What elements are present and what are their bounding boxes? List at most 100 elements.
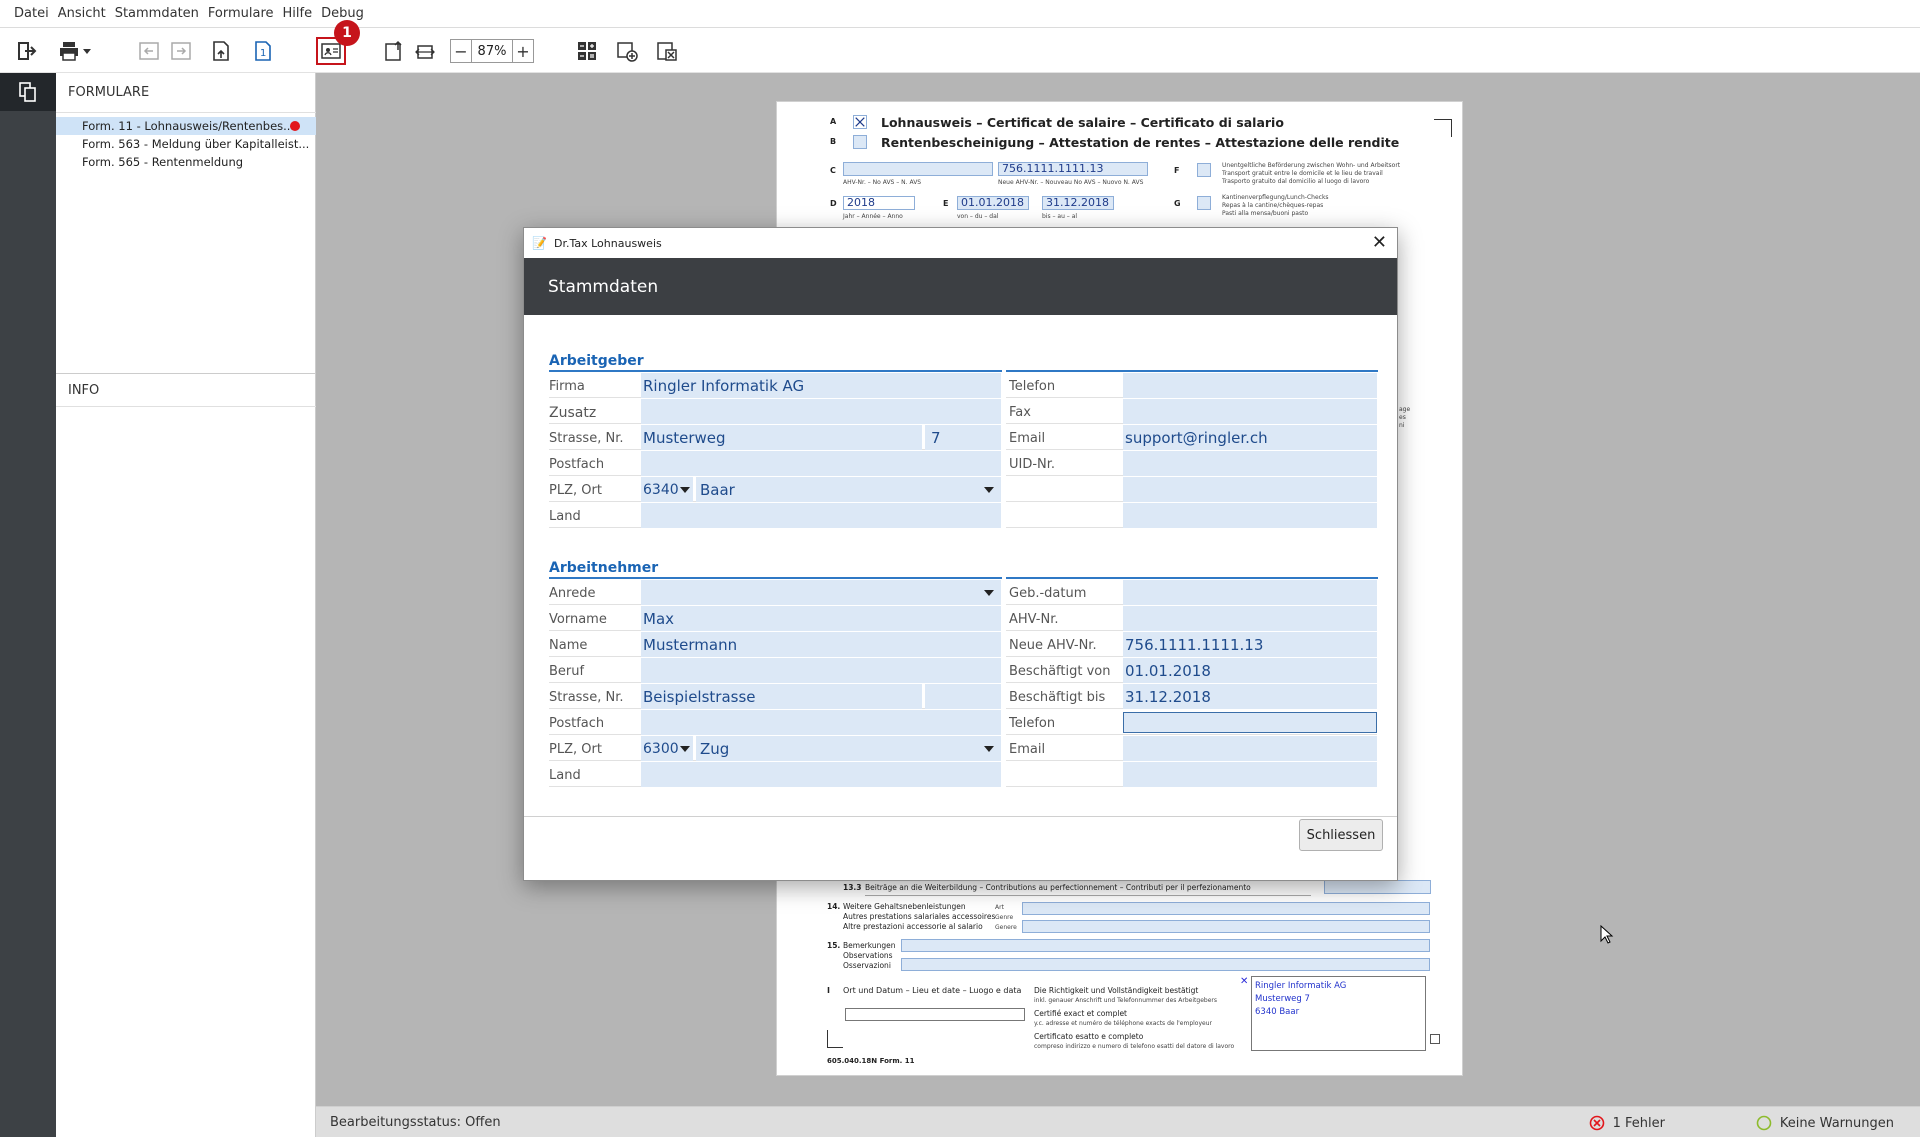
doc-caption: Kantinenverpflegung/Lunch-Checks [1222,194,1329,201]
employer-email-input[interactable]: support@ringler.ch [1123,425,1377,450]
employee-gebdatum-input[interactable] [1123,580,1377,605]
section-divider [549,370,1002,372]
page-one-icon[interactable]: 1 [250,38,276,64]
employer-telefon-input[interactable] [1123,373,1377,398]
info-section-title: INFO [56,373,316,407]
chevron-down-icon[interactable] [984,746,994,752]
remove-form-icon[interactable] [654,38,680,64]
chevron-down-icon[interactable] [680,487,690,493]
fit-width-icon[interactable] [412,38,438,64]
menu-hilfe[interactable]: Hilfe [283,6,313,21]
doc-caption: von – du – dal [957,213,999,220]
zoom-in-button[interactable]: + [513,40,533,62]
chevron-down-icon[interactable] [984,487,994,493]
form-list-item[interactable]: Form. 563 - Meldung über Kapitalleist... [56,135,316,153]
confirm-text: Certifié exact et complet [1034,1009,1128,1018]
error-indicator[interactable]: 1 Fehler [1589,1115,1665,1131]
field-label: Telefon [1009,716,1056,731]
employee-vorname-input[interactable]: Max [641,606,1001,631]
employer-uid-input[interactable] [1123,451,1377,476]
stamp-line: Musterweg 7 [1255,994,1310,1004]
exit-icon[interactable] [14,38,40,64]
checkbox-g[interactable] [1197,196,1211,210]
employee-name-input[interactable]: Mustermann [641,632,1001,657]
employer-fax-input[interactable] [1123,399,1377,424]
employer-postfach-input[interactable] [641,451,1001,476]
field-label: AHV-Nr. [1009,612,1059,627]
doc-date-field[interactable] [845,1008,1025,1021]
employee-ort-select[interactable]: Zug [696,736,1001,761]
form-list-item[interactable]: Form. 565 - Rentenmeldung [56,153,316,171]
menu-ansicht[interactable]: Ansicht [58,6,106,21]
corner-mark [827,1030,843,1048]
print-dropdown-icon[interactable] [80,38,94,64]
employer-land-input[interactable] [641,503,1001,528]
employee-von-input[interactable]: 01.01.2018 [1123,658,1377,683]
employee-neue-ahv-input[interactable]: 756.1111.1111.13 [1123,632,1377,657]
print-icon[interactable] [56,38,82,64]
calculator-icon[interactable] [574,38,600,64]
doc-ahv-old[interactable] [843,162,993,176]
menu-debug[interactable]: Debug [321,6,364,21]
employee-telefon-input[interactable] [1123,712,1377,733]
chevron-down-icon[interactable] [984,590,994,596]
employer-firma-row: Firma Ringler Informatik AG [549,373,1001,398]
employee-street-input[interactable]: Beispielstrasse [641,684,922,709]
employer-street-input[interactable]: Musterweg [641,425,922,450]
schliessen-button[interactable]: Schliessen [1299,819,1383,851]
doc-checkbox[interactable] [1430,1034,1440,1044]
field-label: Email [1009,431,1046,446]
menu-datei[interactable]: Datei [14,6,49,21]
document-upload-icon[interactable] [208,38,234,64]
doc-year[interactable]: 2018 [843,196,915,210]
field-label: Beschäftigt von [1009,664,1111,679]
doc-to-date[interactable]: 31.12.2018 [1042,196,1114,210]
zoom-out-button[interactable]: − [451,40,471,62]
employee-street-number-input[interactable] [925,684,1001,709]
employer-stamp[interactable]: Ringler Informatik AG Musterweg 7 6340 B… [1251,976,1426,1051]
employee-bis-input[interactable]: 31.12.2018 [1123,684,1377,709]
employer-street-number-input[interactable]: 7 [925,425,1001,450]
employee-beruf-input[interactable] [641,658,1001,683]
doc-field[interactable] [901,939,1430,952]
empty-row [1006,503,1377,528]
error-dot-icon [290,121,300,131]
doc-caption: Pasti alla mensa/buoni pasto [1222,210,1309,217]
employer-ort-select[interactable]: Baar [696,477,1001,502]
employer-zusatz-row: Zusatz [549,399,1001,424]
employee-anrede-select[interactable] [641,580,1001,605]
employer-firma-input[interactable]: Ringler Informatik AG [641,373,1001,398]
doc-field[interactable] [1022,920,1430,933]
checkbox-a[interactable] [853,115,867,129]
employee-ahv-input[interactable] [1123,606,1377,631]
next-page-icon[interactable] [168,38,194,64]
forms-panel-icon[interactable] [0,73,56,111]
warning-indicator[interactable]: Keine Warnungen [1756,1115,1894,1131]
employee-postfach-input[interactable] [641,710,1001,735]
field-label: Anrede [549,586,596,601]
previous-page-icon[interactable] [136,38,162,64]
employee-plz-row: PLZ, Ort 6300 Zug [549,736,1001,761]
employee-email-input[interactable] [1123,736,1377,761]
zoom-value[interactable]: 87% [471,40,513,62]
checkbox-f[interactable] [1197,163,1211,177]
doc-ahv-new[interactable]: 756.1111.1111.13 [998,162,1148,176]
dialog-window-title: Dr.Tax Lohnausweis [554,236,662,250]
zoom-control: − 87% + [450,39,534,63]
menu-formulare[interactable]: Formulare [208,6,274,21]
form-list-item[interactable]: Form. 11 - Lohnausweis/Rentenbes... [56,117,316,135]
checkbox-b[interactable] [853,135,867,149]
doc-from-date[interactable]: 01.01.2018 [957,196,1029,210]
employer-postfach-row: Postfach [549,451,1001,476]
close-icon[interactable]: ✕ [1372,232,1387,253]
employer-zusatz-input[interactable] [641,399,1001,424]
doc-field[interactable] [1022,902,1430,915]
fit-height-icon[interactable] [380,38,406,64]
menu-stammdaten[interactable]: Stammdaten [115,6,199,21]
svg-text:1: 1 [260,48,266,59]
add-form-icon[interactable] [614,38,640,64]
doc-field[interactable] [901,958,1430,971]
employee-land-input[interactable] [641,762,1001,787]
chevron-down-icon[interactable] [680,746,690,752]
doc-field[interactable] [1324,880,1431,894]
